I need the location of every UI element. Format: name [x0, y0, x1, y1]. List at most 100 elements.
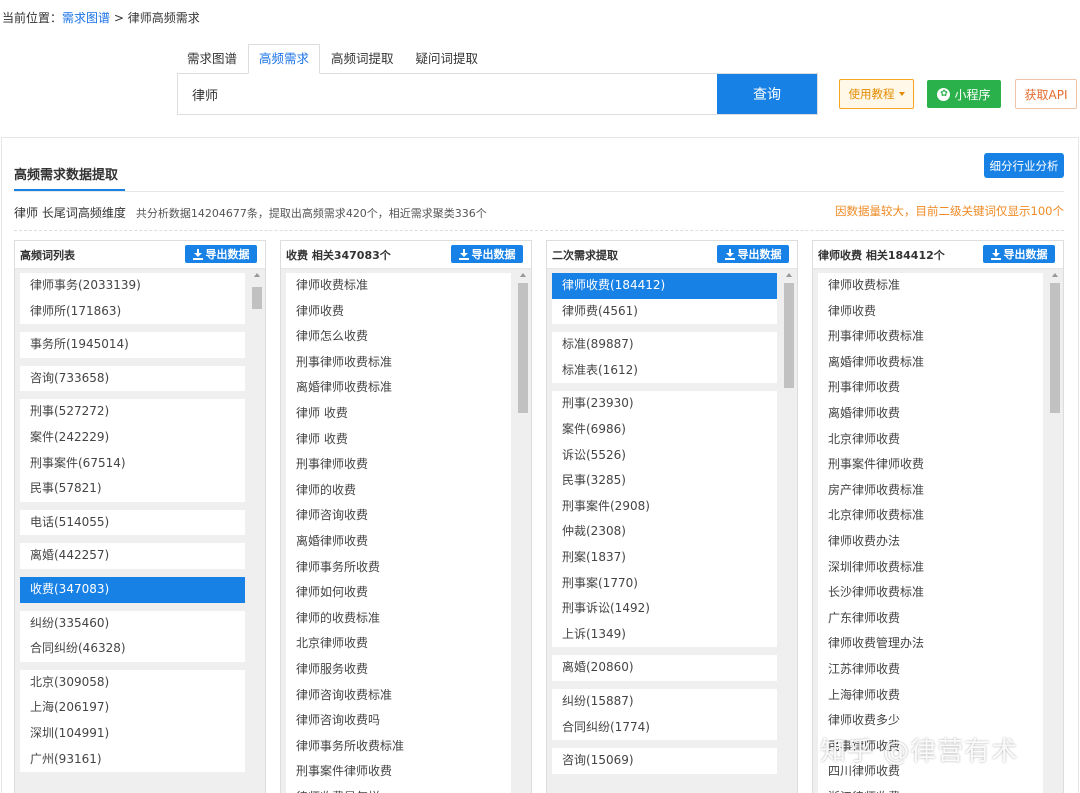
- list-item[interactable]: 刑事律师收费标准: [286, 350, 511, 376]
- list-item[interactable]: 北京律师收费: [818, 427, 1043, 453]
- scrollbar[interactable]: [517, 273, 529, 793]
- export-button[interactable]: 导出数据: [451, 245, 523, 263]
- list-item[interactable]: 深圳(104991): [20, 721, 245, 747]
- list-item[interactable]: 律师咨询收费标准: [286, 683, 511, 709]
- list-item[interactable]: 案件(242229): [20, 425, 245, 451]
- list-item[interactable]: 广东律师收费: [818, 606, 1043, 632]
- scroll-up-icon[interactable]: [254, 273, 260, 277]
- list-item[interactable]: 刑事案(1770): [552, 571, 777, 597]
- list-item[interactable]: 律师 收费: [286, 401, 511, 427]
- list-item[interactable]: 上海(206197): [20, 695, 245, 721]
- list-item[interactable]: 北京(309058): [20, 670, 245, 696]
- list-item[interactable]: 律师费(4561): [552, 299, 777, 325]
- scrollbar[interactable]: [251, 273, 263, 793]
- list-item[interactable]: 纠纷(335460): [20, 611, 245, 637]
- list-item[interactable]: 纠纷(15887): [552, 689, 777, 715]
- list-item[interactable]: 离婚律师收费: [286, 529, 511, 555]
- list-item[interactable]: 民事(57821): [20, 476, 245, 502]
- list-item[interactable]: 律师收费(184412): [552, 273, 777, 299]
- tab-high-frequency[interactable]: 高频需求: [248, 44, 321, 74]
- list-item[interactable]: 事务所(1945014): [20, 332, 245, 358]
- list-item[interactable]: 离婚律师收费: [818, 401, 1043, 427]
- list-item[interactable]: 刑事(23930): [552, 391, 777, 417]
- scrollbar-thumb[interactable]: [784, 283, 794, 388]
- list-item[interactable]: 律师收费标准: [818, 273, 1043, 299]
- list-item[interactable]: 北京律师收费标准: [818, 503, 1043, 529]
- list-item[interactable]: 刑事案件(2908): [552, 494, 777, 520]
- list-item[interactable]: 离婚(442257): [20, 543, 245, 569]
- list-item[interactable]: 合同纠纷(1774): [552, 715, 777, 741]
- tab-keyword-extract[interactable]: 高频词提取: [320, 44, 405, 74]
- list-item[interactable]: 律师的收费标准: [286, 606, 511, 632]
- list-item[interactable]: 律师收费是怎样: [286, 785, 511, 793]
- breadcrumb-link-graph[interactable]: 需求图谱: [62, 11, 110, 25]
- list-item[interactable]: 律师收费: [818, 299, 1043, 325]
- list-item[interactable]: 咨询(15069): [552, 748, 777, 774]
- list-item[interactable]: 律师的收费: [286, 478, 511, 504]
- list-item[interactable]: 合同纠纷(46328): [20, 636, 245, 662]
- list-item[interactable]: 上诉(1349): [552, 622, 777, 648]
- list-item[interactable]: 律师咨询收费吗: [286, 708, 511, 734]
- list-item[interactable]: 律师事务(2033139): [20, 273, 245, 299]
- list-item[interactable]: 房产律师收费标准: [818, 478, 1043, 504]
- scroll-up-icon[interactable]: [786, 273, 792, 277]
- list-item[interactable]: 刑事诉讼(1492): [552, 596, 777, 622]
- list-item[interactable]: 律师收费办法: [818, 529, 1043, 555]
- list-item[interactable]: 律师收费管理办法: [818, 631, 1043, 657]
- list-item[interactable]: 深圳律师收费标准: [818, 555, 1043, 581]
- list-item[interactable]: 离婚(20860): [552, 655, 777, 681]
- list-item[interactable]: 刑事案件律师收费: [286, 759, 511, 785]
- list-item[interactable]: 标准表(1612): [552, 358, 777, 384]
- scroll-up-icon[interactable]: [1052, 273, 1058, 277]
- list-item[interactable]: 律师服务收费: [286, 657, 511, 683]
- list-item[interactable]: 律师收费多少: [818, 708, 1043, 734]
- list-item[interactable]: 刑事律师收费: [286, 452, 511, 478]
- list-item[interactable]: 刑事律师收费: [818, 375, 1043, 401]
- list-item[interactable]: 诉讼(5526): [552, 443, 777, 469]
- list-item[interactable]: 律师事务所收费: [286, 555, 511, 581]
- list-item[interactable]: 电话(514055): [20, 510, 245, 536]
- list-item[interactable]: 刑事(527272): [20, 399, 245, 425]
- export-button[interactable]: 导出数据: [983, 245, 1055, 263]
- list-item[interactable]: 刑事案件律师收费: [818, 452, 1043, 478]
- get-api-button[interactable]: 获取API: [1015, 79, 1077, 109]
- list-item[interactable]: 北京律师收费: [286, 631, 511, 657]
- list-item[interactable]: 长沙律师收费标准: [818, 580, 1043, 606]
- list-item[interactable]: 刑事案件(67514): [20, 451, 245, 477]
- list-item[interactable]: 刑案(1837): [552, 545, 777, 571]
- scrollbar-thumb[interactable]: [252, 287, 262, 309]
- list-item[interactable]: 律师怎么收费: [286, 324, 511, 350]
- scrollbar-thumb[interactable]: [518, 283, 528, 413]
- list-item[interactable]: 浙江律师收费: [818, 785, 1043, 793]
- list-item[interactable]: 刑事律师收费标准: [818, 324, 1043, 350]
- search-button[interactable]: 查询: [717, 74, 817, 114]
- list-item[interactable]: 标准(89887): [552, 332, 777, 358]
- list-item[interactable]: 律师咨询收费: [286, 503, 511, 529]
- list-item[interactable]: 律师 收费: [286, 427, 511, 453]
- export-button[interactable]: 导出数据: [185, 245, 257, 263]
- scroll-up-icon[interactable]: [520, 273, 526, 277]
- list-item[interactable]: 律师如何收费: [286, 580, 511, 606]
- list-item[interactable]: 律师收费标准: [286, 273, 511, 299]
- list-item[interactable]: 案件(6986): [552, 417, 777, 443]
- mini-program-button[interactable]: ✿ 小程序: [927, 80, 1001, 108]
- list-item[interactable]: 律师收费: [286, 299, 511, 325]
- tab-question-extract[interactable]: 疑问词提取: [405, 44, 490, 74]
- list-item[interactable]: 律师事务所收费标准: [286, 734, 511, 760]
- list-item[interactable]: 江苏律师收费: [818, 657, 1043, 683]
- list-item[interactable]: 广州(93161): [20, 747, 245, 773]
- list-item[interactable]: 民事(3285): [552, 468, 777, 494]
- list-item[interactable]: 离婚律师收费标准: [286, 375, 511, 401]
- export-button[interactable]: 导出数据: [717, 245, 789, 263]
- list-item[interactable]: 仲裁(2308): [552, 519, 777, 545]
- list-item[interactable]: 离婚律师收费标准: [818, 350, 1043, 376]
- scrollbar[interactable]: [1049, 273, 1061, 793]
- search-input[interactable]: [178, 74, 717, 114]
- tab-demand-graph[interactable]: 需求图谱: [176, 44, 248, 74]
- industry-analysis-button[interactable]: 细分行业分析: [984, 153, 1064, 178]
- list-item[interactable]: 上海律师收费: [818, 683, 1043, 709]
- scrollbar[interactable]: [783, 273, 795, 793]
- list-item[interactable]: 律师所(171863): [20, 299, 245, 325]
- tutorial-dropdown-button[interactable]: 使用教程: [839, 79, 914, 109]
- scrollbar-thumb[interactable]: [1050, 283, 1060, 413]
